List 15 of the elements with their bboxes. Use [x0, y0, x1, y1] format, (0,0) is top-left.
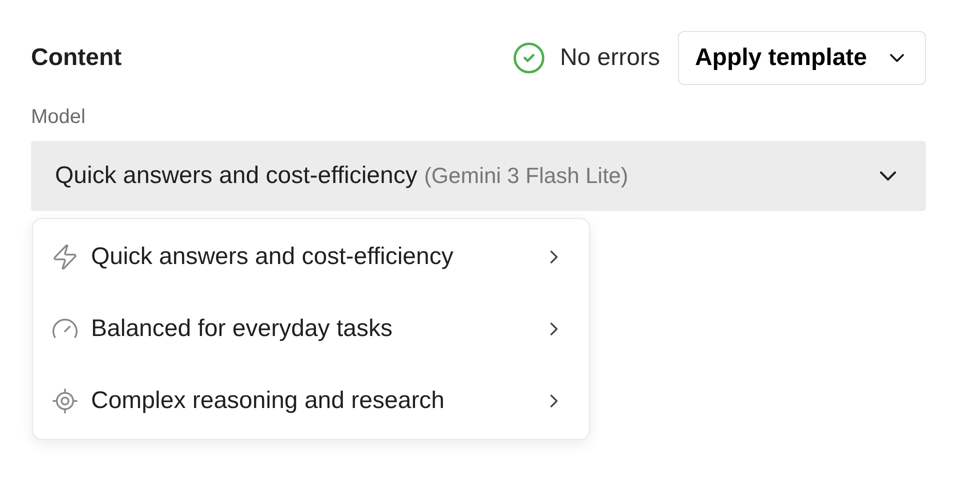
check-icon	[512, 41, 546, 75]
menu-item[interactable]: Complex reasoning and research	[33, 365, 589, 437]
status-text: No errors	[560, 43, 660, 73]
bolt-icon	[51, 243, 79, 271]
menu-item[interactable]: Quick answers and cost-efficiency	[33, 221, 589, 293]
section-title: Content	[31, 43, 122, 73]
target-icon	[51, 387, 79, 415]
menu-item-label: Complex reasoning and research	[91, 386, 446, 416]
menu-item[interactable]: Balanced for everyday tasks	[33, 293, 589, 365]
menu-item-label: Quick answers and cost-efficiency	[91, 242, 454, 272]
field-label: Model	[31, 105, 86, 130]
apply-template-button[interactable]: Apply template	[678, 31, 926, 85]
select-value: Quick answers and cost-efficiency (Gemini 3 Flash Lite)	[55, 161, 628, 191]
menu-item-label: Balanced for everyday tasks	[91, 314, 394, 344]
model-select[interactable]: Quick answers and cost-efficiency (Gemini 3 Flash Lite)	[31, 141, 926, 211]
